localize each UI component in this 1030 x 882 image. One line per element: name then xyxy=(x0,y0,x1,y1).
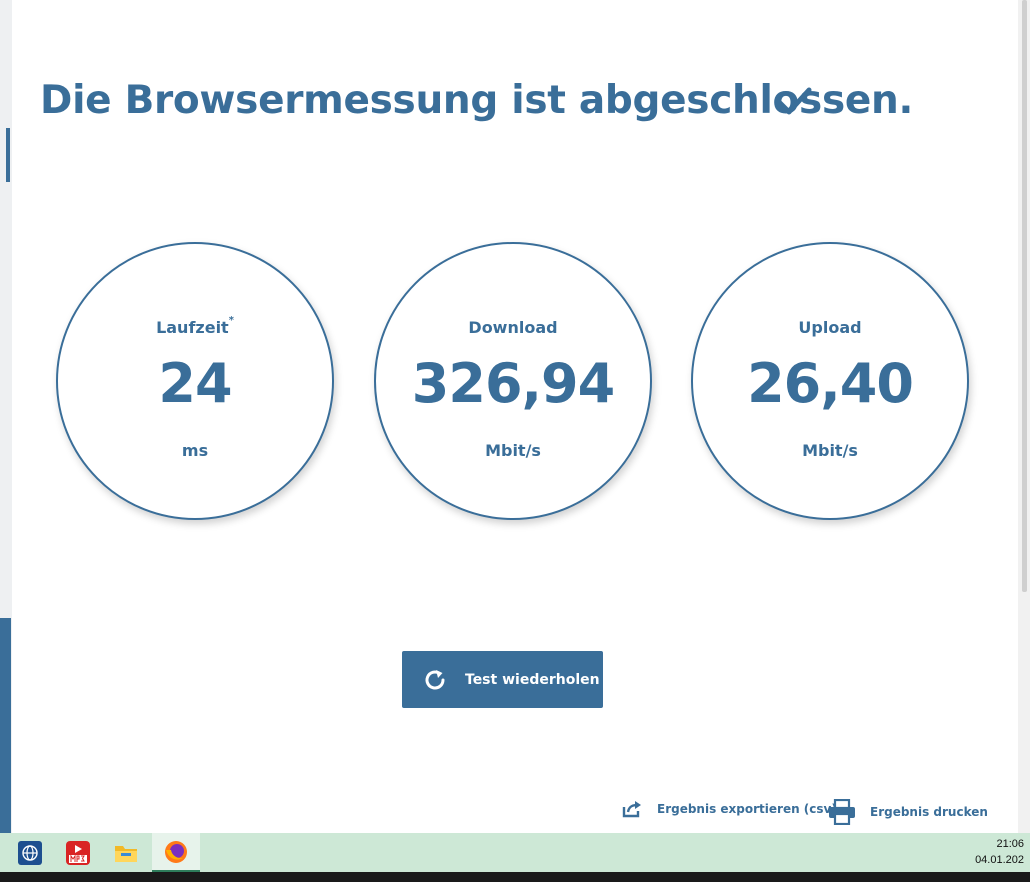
share-export-icon xyxy=(622,801,641,818)
taskbar-app-firefox[interactable] xyxy=(152,833,200,872)
gauge-value: 24 xyxy=(158,352,232,415)
gauge-label: Laufzeit* xyxy=(156,314,234,337)
repeat-test-button[interactable]: Test wiederholen xyxy=(402,651,603,708)
printer-icon xyxy=(829,799,855,825)
sidebar-edge xyxy=(0,0,12,833)
repeat-test-label: Test wiederholen xyxy=(465,671,600,688)
gauge-value: 26,40 xyxy=(747,352,914,415)
download-gauge: Download 326,94 Mbit/s xyxy=(374,242,652,520)
upload-gauge: Upload 26,40 Mbit/s xyxy=(691,242,969,520)
system-clock[interactable]: 21:06 04.01.202 xyxy=(975,836,1024,868)
sidebar-accent-top xyxy=(6,128,10,182)
gauge-label: Upload xyxy=(798,318,862,337)
sidebar-accent-bottom xyxy=(0,618,11,833)
export-csv-link[interactable]: Ergebnis exportieren (csv) xyxy=(621,800,837,818)
clock-time: 21:06 xyxy=(996,838,1024,850)
mp3-converter-icon xyxy=(66,840,90,865)
print-result-label: Ergebnis drucken xyxy=(870,805,988,819)
latency-gauge: Laufzeit* 24 ms xyxy=(56,242,334,520)
firefox-icon xyxy=(165,840,187,863)
gauge-unit: ms xyxy=(181,441,209,460)
taskbar xyxy=(0,833,1030,872)
gauge-value: 326,94 xyxy=(411,352,615,415)
scrollbar-thumb[interactable] xyxy=(1022,0,1027,592)
taskbar-app-explorer[interactable] xyxy=(102,833,150,872)
scrollbar[interactable] xyxy=(1018,0,1030,833)
taskbar-app-network[interactable] xyxy=(6,833,54,872)
refresh-icon xyxy=(425,669,445,689)
footnote-marker: * xyxy=(228,314,234,326)
check-icon xyxy=(776,87,812,115)
export-csv-label: Ergebnis exportieren (csv) xyxy=(657,802,837,816)
gauge-unit: Mbit/s xyxy=(802,441,858,460)
network-globe-icon xyxy=(18,840,42,865)
clock-date: 04.01.202 xyxy=(975,854,1024,866)
gauge-unit: Mbit/s xyxy=(485,441,541,460)
gauge-label: Download xyxy=(468,318,558,337)
screen-bottom-edge xyxy=(0,872,1030,882)
print-result-link[interactable]: Ergebnis drucken xyxy=(828,799,988,825)
file-explorer-icon xyxy=(115,845,137,862)
taskbar-app-mp3[interactable] xyxy=(54,833,102,872)
